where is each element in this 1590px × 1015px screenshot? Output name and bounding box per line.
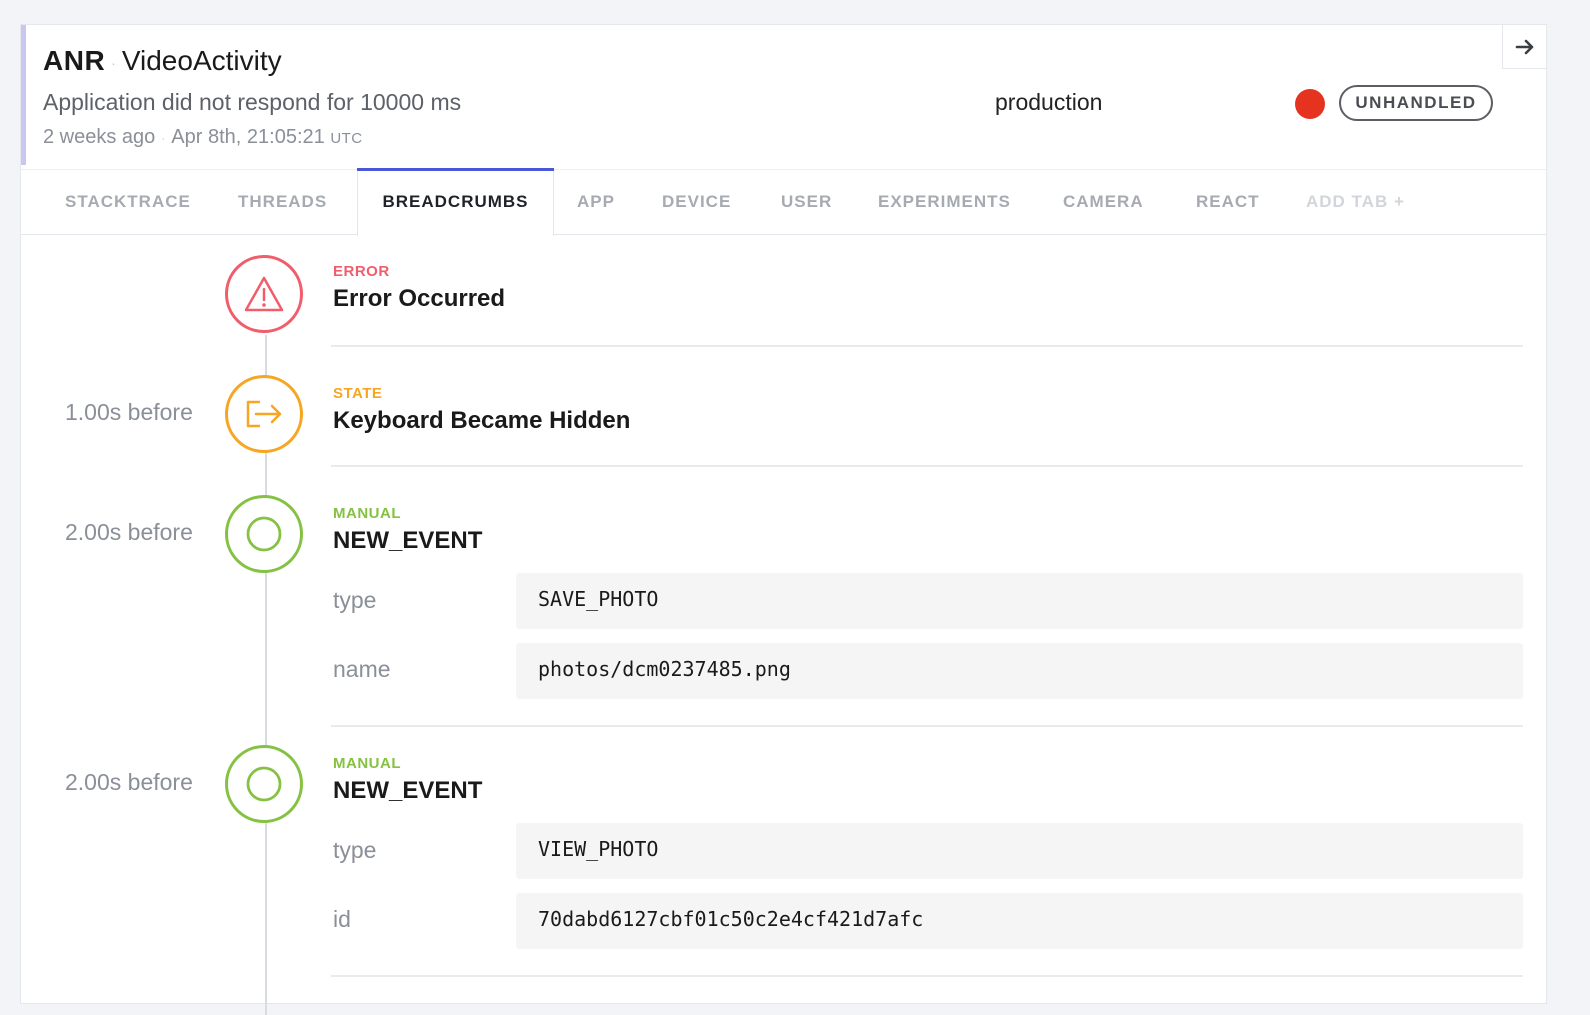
- warning-triangle-icon: [244, 276, 284, 312]
- title-separator: ·: [111, 54, 116, 71]
- circle-icon: [246, 766, 282, 802]
- breadcrumb-time: 2.00s before: [65, 769, 193, 795]
- circle-icon: [246, 516, 282, 552]
- breadcrumb-time: 1.00s before: [65, 399, 193, 425]
- breadcrumbs-list: ERROR Error Occurred 1.00s before STATE …: [21, 235, 1546, 1015]
- breadcrumb-type: STATE: [333, 385, 383, 402]
- tab-app[interactable]: APP: [577, 170, 615, 234]
- tab-breadcrumbs[interactable]: BREADCRUMBS: [357, 168, 554, 236]
- time-separator: ·: [161, 130, 166, 145]
- metadata-value: VIEW_PHOTO: [516, 823, 1523, 879]
- breadcrumb-divider: [331, 345, 1523, 347]
- metadata-key: name: [333, 656, 391, 682]
- error-class: ANR: [43, 45, 106, 76]
- tab-react[interactable]: REACT: [1196, 170, 1260, 234]
- metadata-value: SAVE_PHOTO: [516, 573, 1523, 629]
- metadata-key: id: [333, 906, 351, 932]
- tab-experiments[interactable]: EXPERIMENTS: [878, 170, 1011, 234]
- tab-stacktrace[interactable]: STACKTRACE: [65, 170, 191, 234]
- breadcrumb-time: 2.00s before: [65, 519, 193, 545]
- timezone: UTC: [330, 130, 363, 147]
- error-detail-panel: ANR · VideoActivity Application did not re…: [20, 24, 1547, 1015]
- error-message: Application did not respond for 10000 ms: [43, 89, 462, 115]
- timestamp: Apr 8th, 21:05:21: [171, 126, 325, 148]
- error-header: ANR · VideoActivity Application did not re…: [21, 25, 1546, 170]
- breadcrumb-name: Error Occurred: [333, 285, 506, 312]
- tab-user[interactable]: USER: [781, 170, 832, 234]
- metadata-value: 70dabd6127cbf01c50c2e4cf421d7afc: [516, 893, 1523, 949]
- breadcrumb-name: Keyboard Became Hidden: [333, 407, 631, 434]
- header-accent-bar: [21, 25, 26, 165]
- metadata-key: type: [333, 587, 377, 613]
- error-title: ANR · VideoActivity: [43, 45, 282, 77]
- severity-indicator: [1295, 89, 1325, 119]
- arrow-right-icon: [1515, 39, 1533, 54]
- breadcrumb-type: MANUAL: [333, 755, 401, 772]
- state-crumb-icon: [225, 375, 303, 453]
- error-crumb-icon: [225, 255, 303, 333]
- metadata-value: photos/dcm0237485.png: [516, 643, 1523, 699]
- breadcrumb-divider: [331, 465, 1523, 467]
- error-context: VideoActivity: [121, 45, 282, 76]
- metadata-key: type: [333, 837, 377, 863]
- unhandled-badge: UNHANDLED: [1339, 85, 1493, 121]
- error-time: 2 weeks ago · Apr 8th, 21:05:21 UTC: [43, 126, 363, 149]
- tab-device[interactable]: DEVICE: [662, 170, 731, 234]
- breadcrumb-name: NEW_EVENT: [333, 527, 483, 554]
- collapse-button[interactable]: [1502, 25, 1546, 69]
- relative-time: 2 weeks ago: [43, 126, 156, 148]
- tab-bar: STACKTRACE THREADS BREADCRUMBS APP DEVIC…: [21, 168, 1546, 236]
- breadcrumb-type: MANUAL: [333, 505, 401, 522]
- add-tab-button[interactable]: ADD TAB +: [1306, 170, 1405, 234]
- manual-crumb-icon: [225, 745, 303, 823]
- tab-camera[interactable]: CAMERA: [1063, 170, 1144, 234]
- breadcrumb-name: NEW_EVENT: [333, 777, 483, 804]
- environment-label: production: [995, 89, 1103, 115]
- tab-threads[interactable]: THREADS: [238, 170, 327, 234]
- exit-icon: [246, 400, 282, 428]
- breadcrumb-type: ERROR: [333, 263, 390, 280]
- breadcrumb-divider: [331, 975, 1523, 977]
- breadcrumb-divider: [331, 725, 1523, 727]
- manual-crumb-icon: [225, 495, 303, 573]
